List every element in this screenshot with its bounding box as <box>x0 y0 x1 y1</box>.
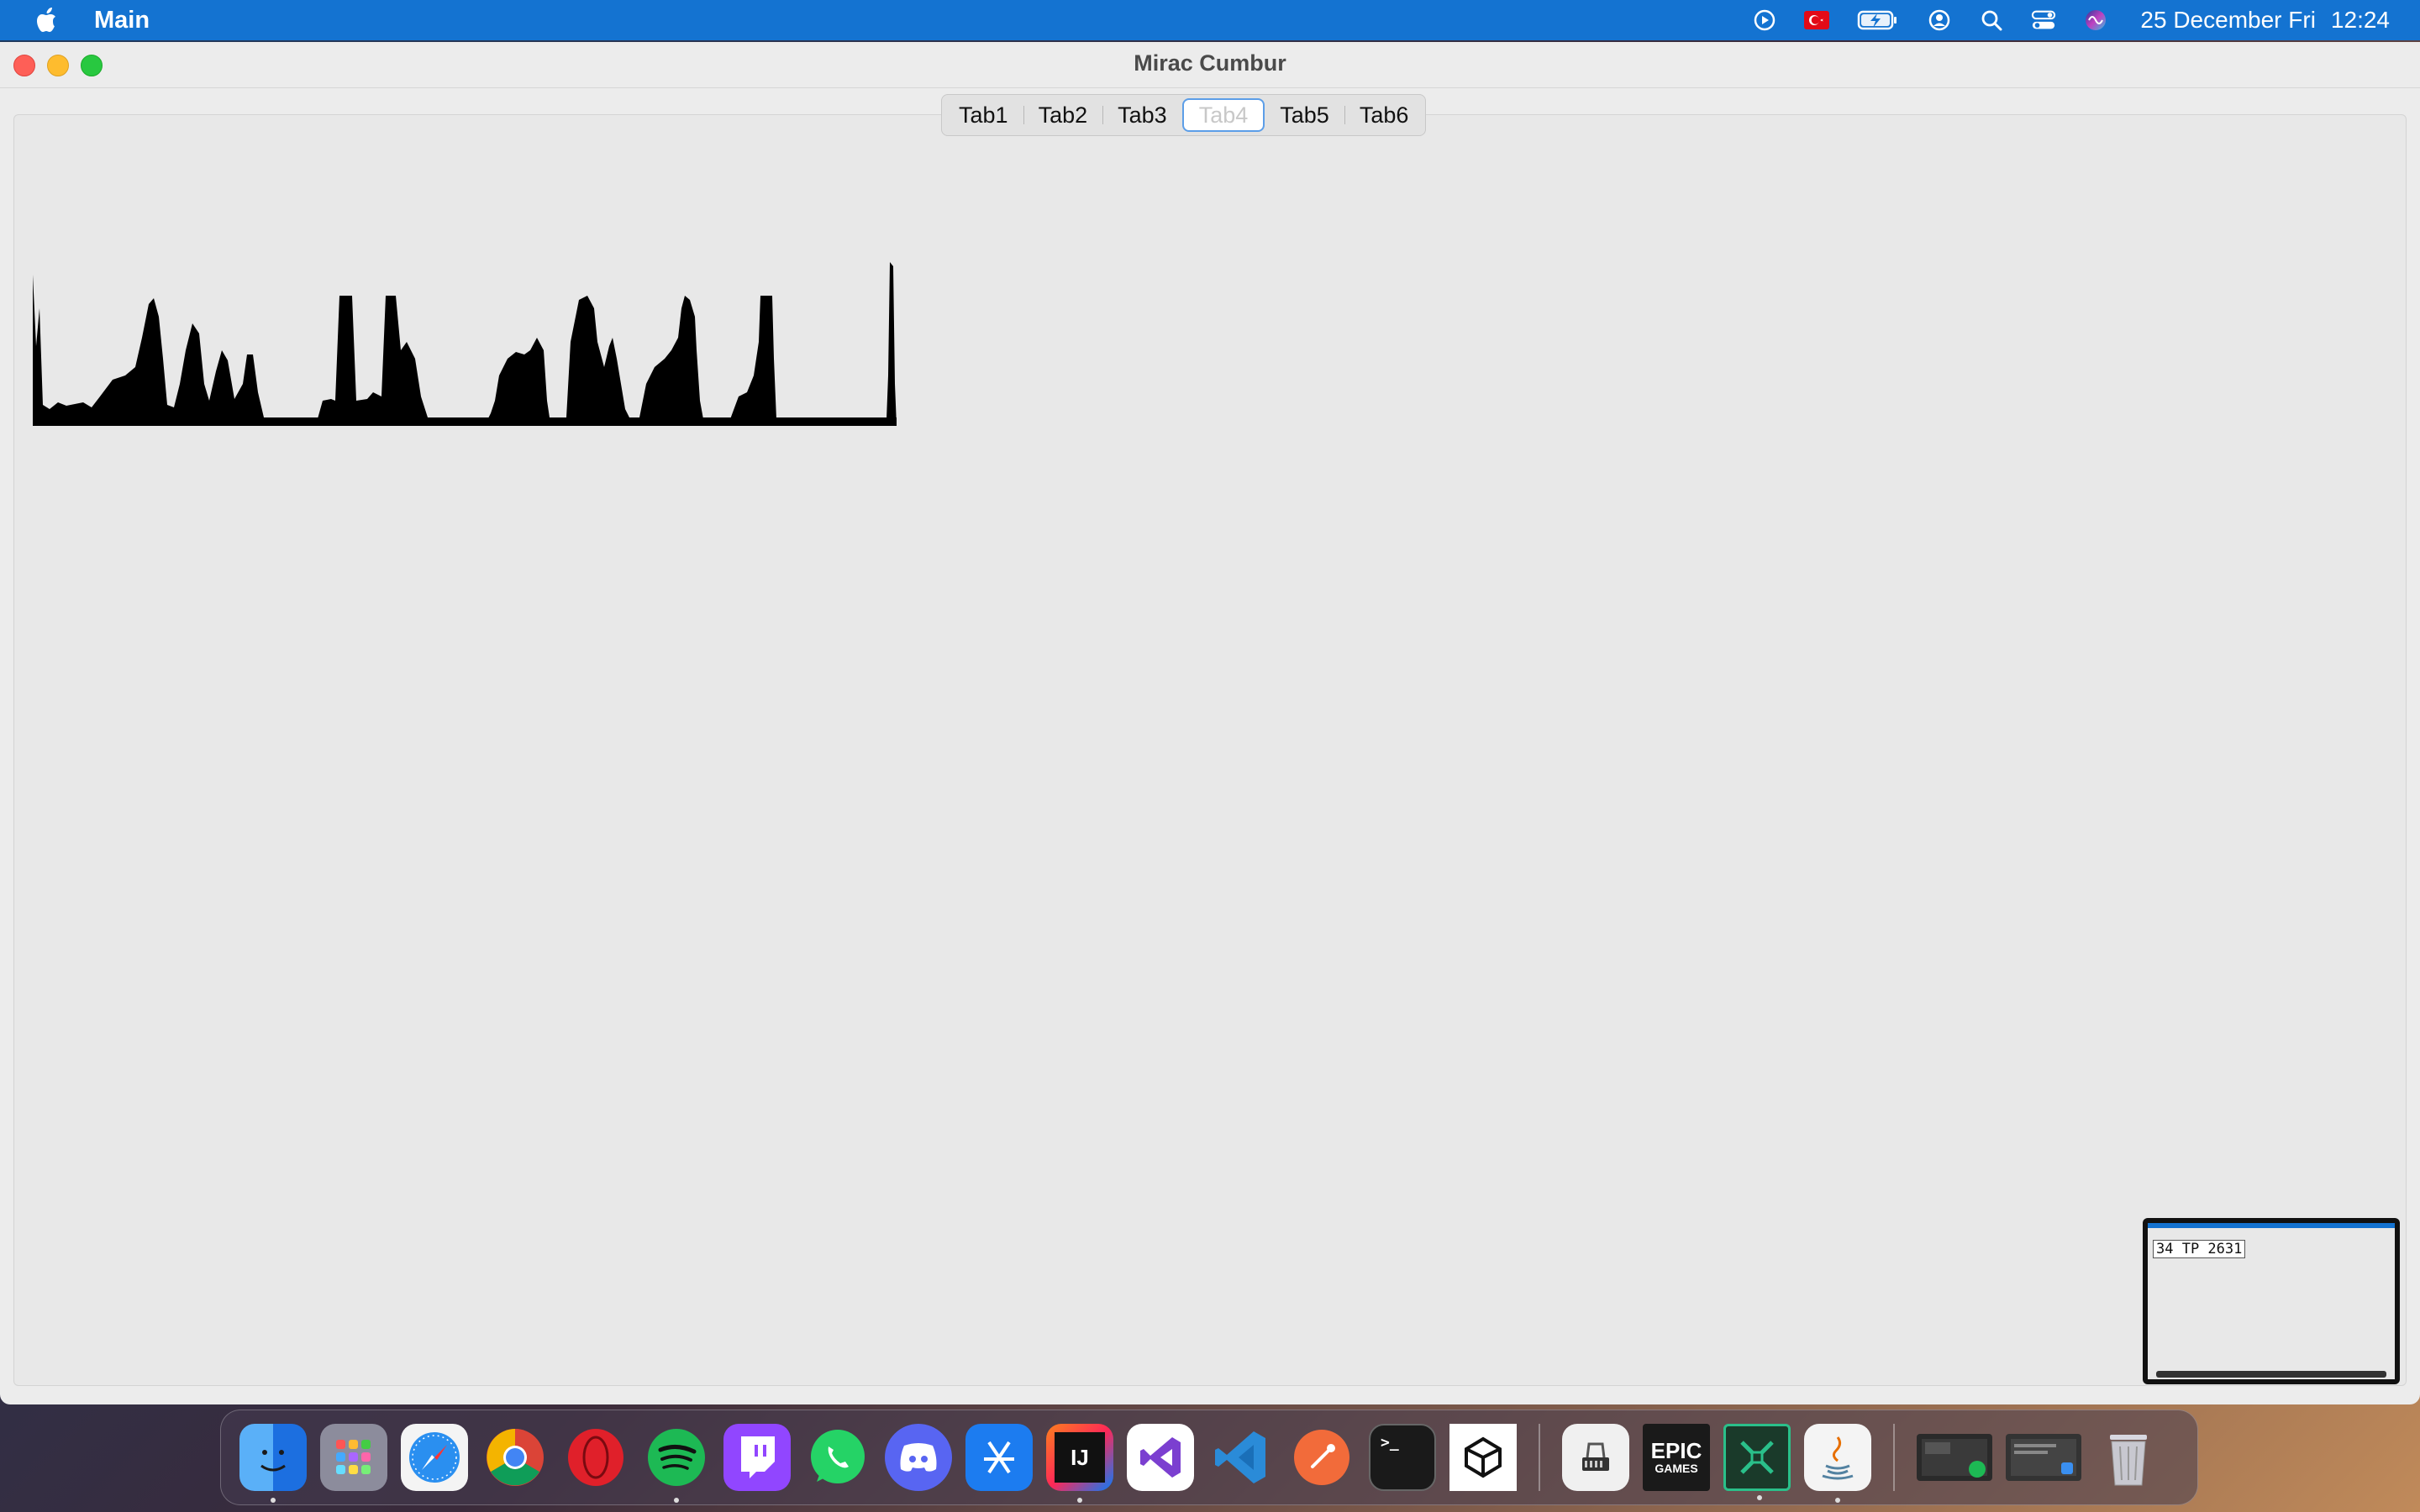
battery-charging-icon[interactable] <box>1856 8 1900 33</box>
tab-2[interactable]: Tab2 <box>1023 98 1103 132</box>
dock-separator <box>1539 1424 1540 1491</box>
menu-time[interactable]: 12:24 <box>2331 7 2390 34</box>
tab-4[interactable]: Tab4 <box>1181 98 1265 132</box>
launchpad-icon[interactable] <box>320 1424 387 1491</box>
search-icon[interactable] <box>1979 8 2004 33</box>
xcode-icon[interactable] <box>965 1424 1033 1491</box>
opera-icon[interactable] <box>562 1424 629 1491</box>
play-circle-icon[interactable] <box>1752 8 1777 33</box>
running-indicator <box>1757 1495 1762 1500</box>
java-icon[interactable] <box>1804 1424 1871 1503</box>
finder-icon[interactable] <box>239 1424 307 1503</box>
thumbnail-content: 34 TP 2631 <box>2148 1223 2395 1379</box>
apple-menu-icon[interactable] <box>34 5 60 35</box>
twitch-icon[interactable] <box>723 1424 791 1491</box>
visual-studio-icon[interactable] <box>1127 1424 1194 1491</box>
epic-games-icon[interactable]: EPIC GAMES <box>1643 1424 1710 1491</box>
safari-icon[interactable] <box>401 1424 468 1491</box>
running-indicator <box>271 1498 276 1503</box>
running-indicator <box>1835 1498 1840 1503</box>
recent-window-thumbnail-2[interactable] <box>2006 1434 2081 1481</box>
histogram-image <box>33 262 897 426</box>
dock-separator <box>1893 1424 1895 1491</box>
running-indicator <box>1077 1498 1082 1503</box>
tab-1[interactable]: Tab1 <box>944 98 1023 132</box>
window-thumbnail-preview[interactable]: 34 TP 2631 <box>2143 1218 2400 1384</box>
tab-bar: Tab1 Tab2 Tab3 Tab4 Tab5 Tab6 <box>941 94 1427 136</box>
window-title: Mirac Cumbur <box>1134 50 1286 76</box>
chrome-icon[interactable] <box>481 1424 549 1491</box>
postman-icon[interactable] <box>1288 1424 1355 1491</box>
tab-5[interactable]: Tab5 <box>1265 98 1344 132</box>
system-information-icon[interactable] <box>1562 1424 1629 1491</box>
title-bar[interactable]: Mirac Cumbur <box>0 42 2420 88</box>
menu-date[interactable]: 25 December Fri <box>2140 7 2316 34</box>
discord-icon[interactable] <box>885 1424 952 1491</box>
thumbnail-dock <box>2156 1371 2386 1378</box>
intellij-idea-icon[interactable]: IJ <box>1046 1424 1113 1503</box>
thumbnail-plate-text: 34 TP 2631 <box>2153 1240 2246 1258</box>
thumbnail-menubar <box>2148 1223 2395 1228</box>
vscode-icon[interactable] <box>1207 1424 1275 1491</box>
terminal-icon[interactable]: >_ <box>1369 1424 1436 1491</box>
turkish-flag-icon[interactable] <box>1804 8 1830 33</box>
control-center-icon[interactable] <box>2031 8 2056 33</box>
trash-icon[interactable] <box>2095 1424 2162 1491</box>
tab-6[interactable]: Tab6 <box>1344 98 1424 132</box>
running-indicator <box>674 1498 679 1503</box>
green-app-icon[interactable] <box>1723 1424 1791 1500</box>
siri-icon[interactable] <box>2083 8 2108 33</box>
unity-icon[interactable] <box>1449 1424 1517 1491</box>
user-account-icon[interactable] <box>1927 8 1952 33</box>
spotify-icon[interactable] <box>643 1424 710 1503</box>
tab-content-panel <box>13 114 2407 1386</box>
active-app-name[interactable]: Main <box>94 7 150 34</box>
menu-bar: Main 25 December Fri 12:24 <box>0 0 2420 40</box>
recent-window-thumbnail-1[interactable] <box>1917 1434 1992 1481</box>
app-window: Mirac Cumbur Tab1 Tab2 Tab3 Tab4 Tab5 Ta… <box>0 42 2420 1404</box>
dock: IJ >_ EPIC GAMES <box>220 1410 2198 1505</box>
whatsapp-icon[interactable] <box>804 1424 871 1491</box>
tab-3[interactable]: Tab3 <box>1102 98 1182 132</box>
